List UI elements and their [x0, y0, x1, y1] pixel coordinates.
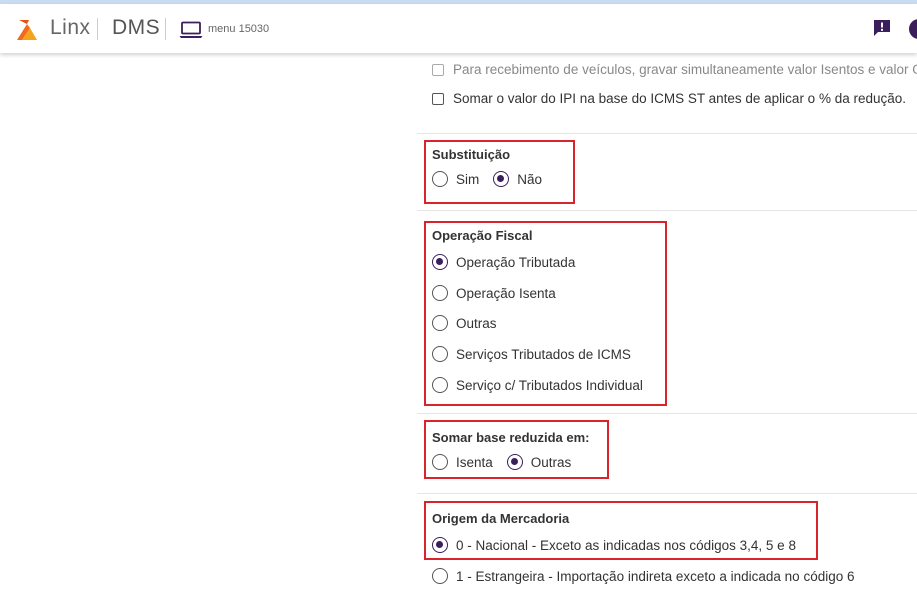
- section-divider: [417, 210, 917, 211]
- checkbox-label: Somar o valor do IPI na base do ICMS ST …: [453, 91, 907, 106]
- radio-button[interactable]: [432, 568, 448, 584]
- highlight-box: [424, 140, 575, 204]
- radio-label: 1 - Estrangeira - Importação indireta ex…: [456, 568, 855, 584]
- checkbox[interactable]: [432, 92, 444, 105]
- laptop-icon: [179, 21, 203, 38]
- section-divider: [417, 413, 917, 414]
- highlight-box: [424, 420, 609, 479]
- checkbox[interactable]: [432, 63, 444, 76]
- header-separator: [97, 18, 98, 40]
- help-icon[interactable]: [908, 18, 917, 40]
- brand-name: Linx: [50, 16, 91, 39]
- section-divider: [417, 133, 917, 134]
- header-separator: [165, 18, 166, 40]
- app-header: Linx DMS menu 15030: [0, 4, 917, 53]
- checkbox-label: Para recebimento de veículos, gravar sim…: [453, 62, 917, 77]
- highlight-box: [424, 221, 667, 406]
- form-content: Para recebimento de veículos, gravar sim…: [0, 53, 917, 597]
- section-divider: [417, 493, 917, 494]
- menu-label: menu 15030: [208, 23, 270, 35]
- linx-logo-icon[interactable]: [13, 16, 39, 42]
- product-name: DMS: [112, 16, 161, 39]
- radio-option-estrangeira[interactable]: 1 - Estrangeira - Importação indireta ex…: [432, 565, 854, 587]
- feedback-icon[interactable]: [872, 18, 892, 38]
- checkbox-row-ipi[interactable]: Somar o valor do IPI na base do ICMS ST …: [432, 91, 906, 106]
- checkbox-row-recebimento[interactable]: Para recebimento de veículos, gravar sim…: [432, 62, 917, 77]
- highlight-box: [424, 501, 818, 560]
